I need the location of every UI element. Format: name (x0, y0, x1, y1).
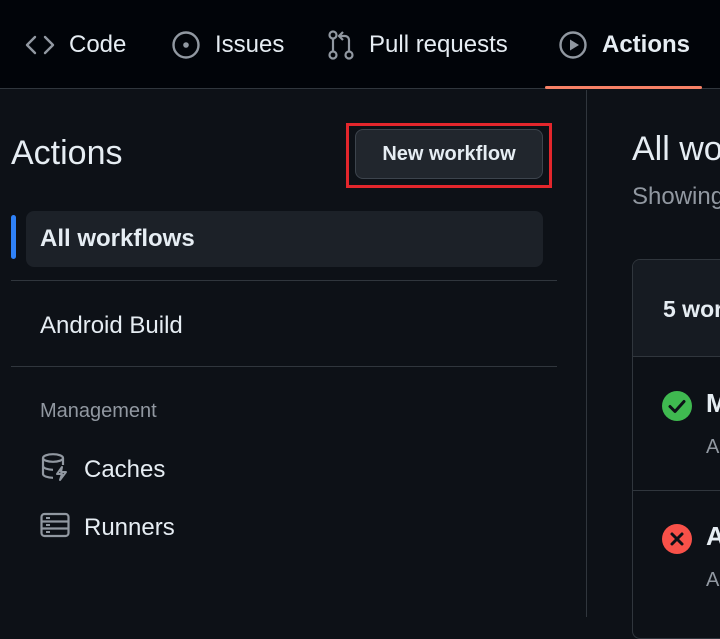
tab-code-label: Code (69, 30, 127, 58)
runs-count: 5 wor (663, 296, 720, 322)
tab-pull-requests[interactable]: Pull requests (327, 0, 508, 89)
tab-actions-label: Actions (602, 30, 691, 58)
run-subtitle: A (706, 569, 720, 591)
sidebar-item-label: Runners (84, 514, 175, 541)
main-subtitle: Showing (632, 183, 720, 210)
tab-actions[interactable]: Actions (558, 0, 690, 89)
active-tab-underline (545, 86, 702, 89)
sidebar-item-label: All workflows (40, 225, 195, 252)
tab-issues[interactable]: Issues (171, 0, 284, 89)
workflow-run-row[interactable]: A A (633, 491, 720, 624)
git-pull-request-icon (327, 29, 355, 61)
tab-issues-label: Issues (215, 30, 285, 58)
sidebar-item-caches[interactable]: Caches (40, 452, 165, 488)
run-subtitle: A (706, 436, 720, 458)
sidebar-item-all-workflows[interactable]: All workflows (26, 211, 543, 267)
main-title: All wo (632, 130, 720, 168)
divider (11, 366, 557, 367)
sidebar-item-label: Caches (84, 456, 166, 483)
page-title: Actions (11, 134, 123, 172)
run-title[interactable]: M (706, 388, 720, 419)
repo-nav: Code Issues Pull requests Actions (0, 0, 720, 89)
x-circle-icon (662, 524, 692, 554)
panel-header: 5 wor (633, 260, 720, 357)
sidebar-item-label: Android Build (40, 312, 183, 339)
run-title[interactable]: A (706, 521, 720, 552)
sidebar-item-runners[interactable]: Runners (40, 510, 175, 546)
sidebar-item-android-build[interactable]: Android Build (26, 298, 543, 354)
code-icon (25, 34, 55, 56)
sidebar-divider (586, 90, 587, 617)
play-icon (558, 30, 588, 60)
database-icon (40, 452, 70, 489)
issue-opened-icon (171, 30, 201, 60)
workflow-runs-panel: 5 wor M A A A (632, 259, 720, 639)
workflow-run-row[interactable]: M A (633, 358, 720, 491)
tab-pull-requests-label: Pull requests (369, 30, 508, 58)
tab-code[interactable]: Code (25, 0, 126, 89)
management-heading: Management (40, 400, 157, 422)
selected-indicator (11, 215, 16, 259)
new-workflow-button[interactable]: New workflow (355, 129, 543, 179)
server-icon (40, 512, 70, 545)
check-circle-icon (662, 391, 692, 421)
divider (11, 280, 557, 281)
